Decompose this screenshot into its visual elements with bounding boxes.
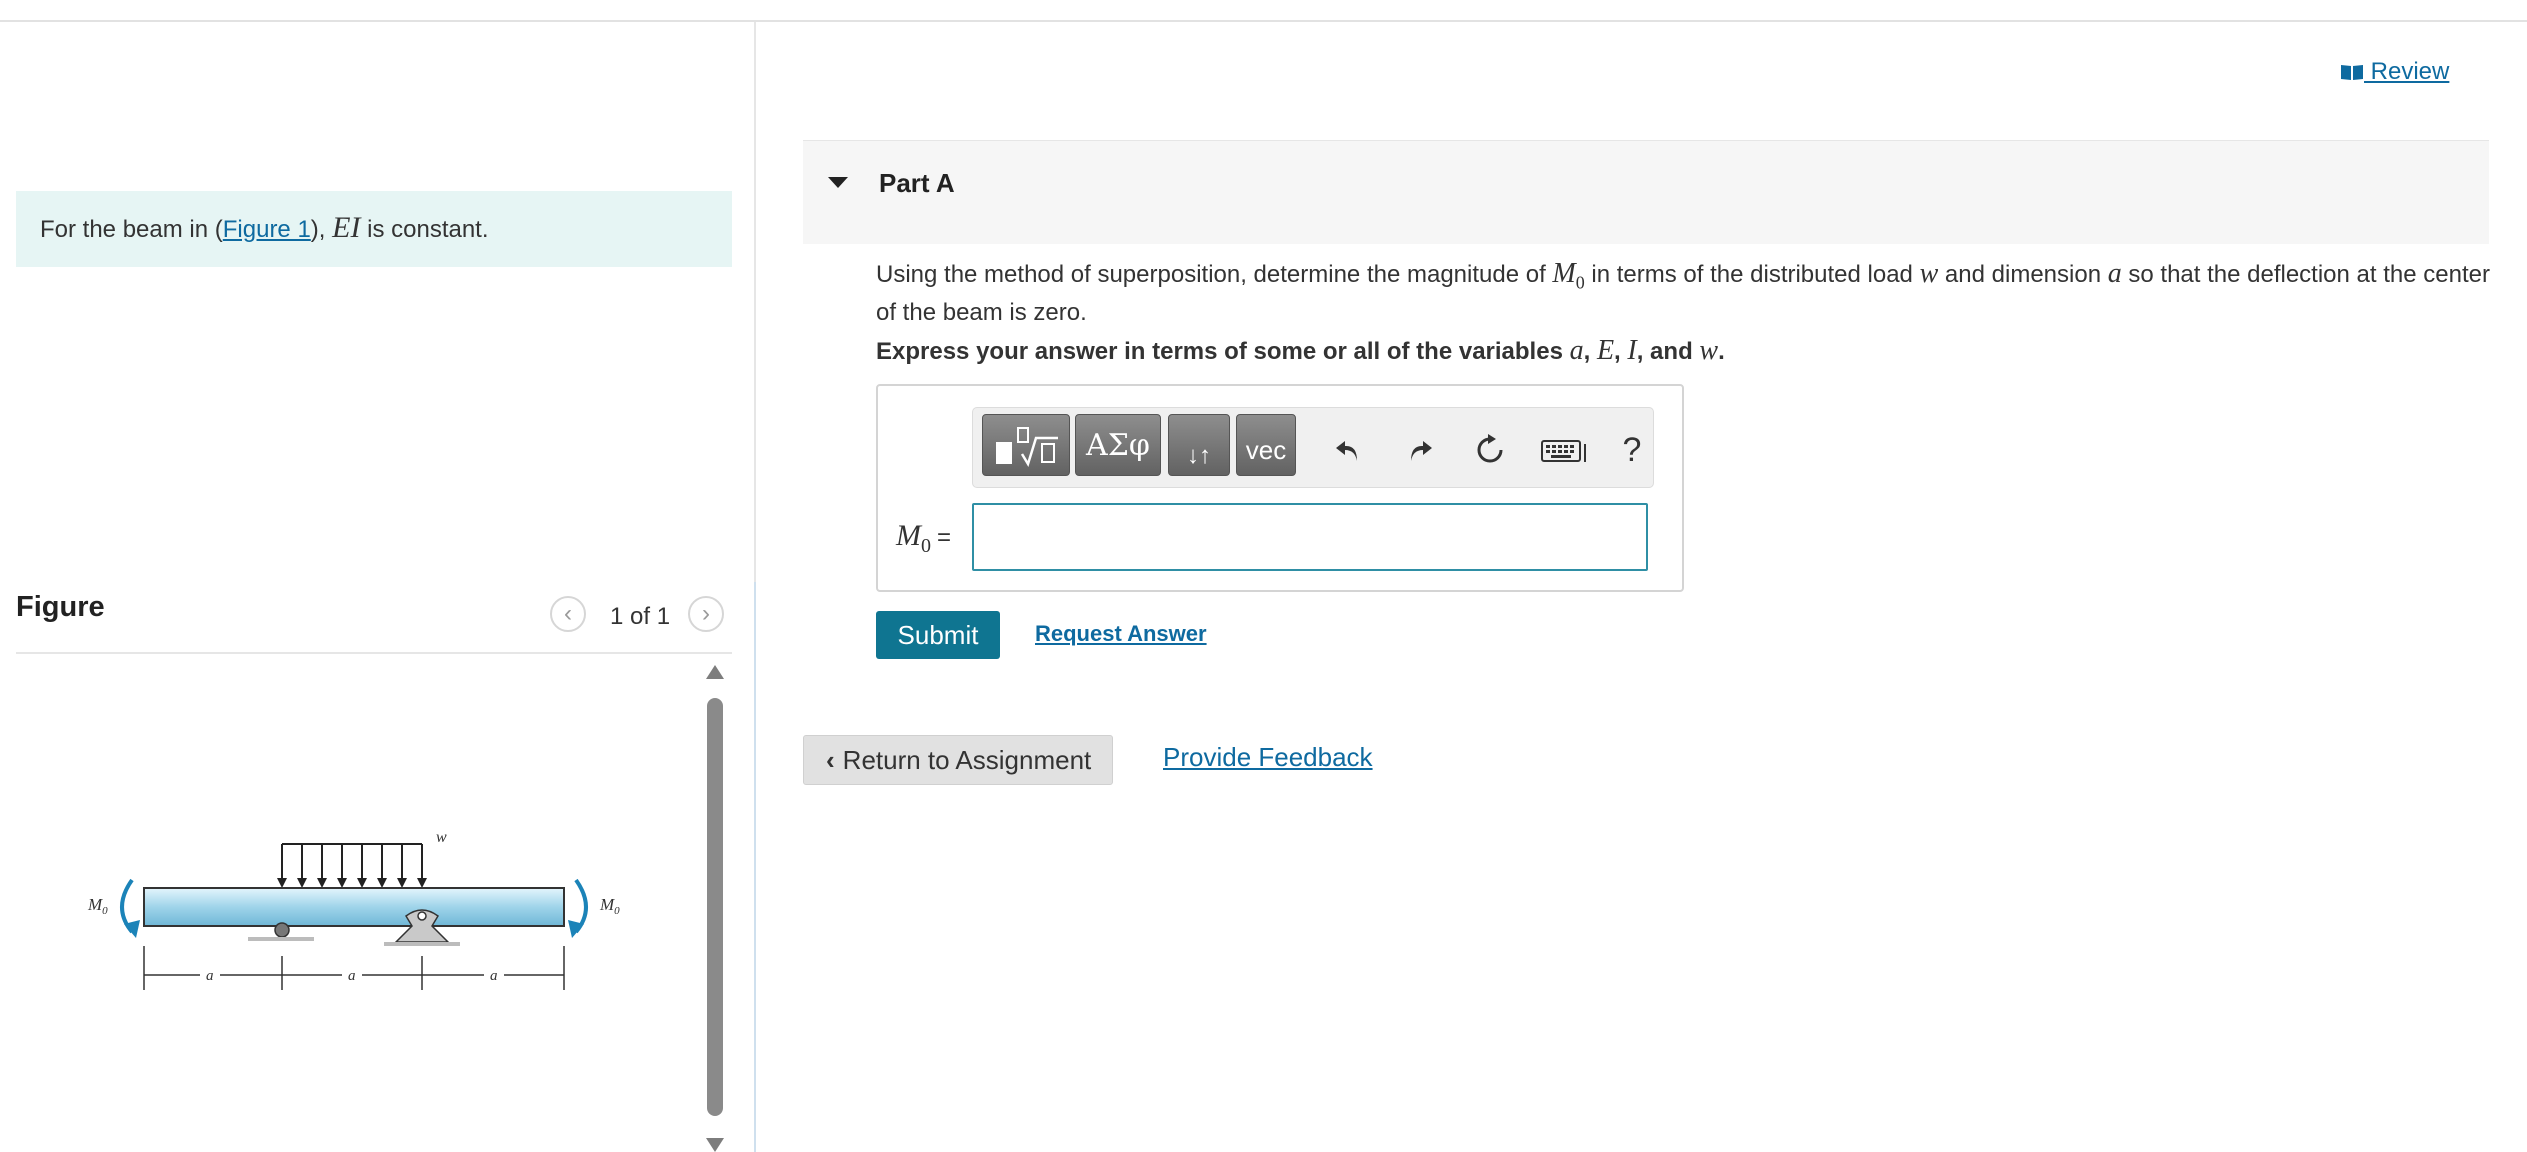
answer-input[interactable] xyxy=(972,503,1648,571)
undo-icon xyxy=(1336,441,1357,461)
review-label: Review xyxy=(2364,58,2450,85)
book-icon xyxy=(2341,65,2363,80)
undo-button[interactable] xyxy=(1326,430,1370,470)
intro-text: For the beam in (Figure 1), EI is consta… xyxy=(40,211,489,245)
arrows-button[interactable]: ↓↑ xyxy=(1168,414,1230,476)
dimension-a-1: a xyxy=(206,968,214,984)
panel-divider-lower xyxy=(754,582,756,1152)
figure-title: Figure xyxy=(16,591,105,623)
figure-counter: 1 of 1 xyxy=(610,603,671,630)
part-a-header[interactable] xyxy=(803,140,2489,244)
answer-label: M0 = xyxy=(896,519,952,557)
chevron-left-icon: ‹ xyxy=(826,744,835,775)
templates-button[interactable] xyxy=(982,414,1070,476)
scroll-down-arrow[interactable] xyxy=(706,1138,724,1152)
m0-symbol: M0 xyxy=(1552,258,1585,293)
beam xyxy=(143,887,565,927)
caret-down-icon[interactable] xyxy=(828,177,848,188)
vec-button[interactable]: vec xyxy=(1236,414,1296,476)
question-part-3: and dimension xyxy=(1938,261,2108,288)
vec-icon: vec xyxy=(1245,434,1287,465)
request-answer-link[interactable]: Request Answer xyxy=(1035,621,1207,647)
ei-symbol: EI xyxy=(332,211,361,244)
answer-instruction: Express your answer in terms of some or … xyxy=(876,335,1725,366)
question-part-1: Using the method of superposition, deter… xyxy=(876,261,1553,288)
question-text: Using the method of superposition, deter… xyxy=(876,259,2492,328)
moment-right-label: M0 xyxy=(599,895,620,917)
figure-prev-button[interactable]: ‹ xyxy=(550,596,586,632)
a-symbol: a xyxy=(2107,258,2122,289)
scrollbar-thumb[interactable] xyxy=(707,698,723,1116)
chevron-left-icon: ‹ xyxy=(564,600,572,627)
templates-icon xyxy=(996,427,1058,468)
provide-feedback-link[interactable]: Provide Feedback xyxy=(1163,742,1373,773)
review-link[interactable]: Review xyxy=(2340,58,2449,86)
distributed-load xyxy=(281,843,423,882)
figure-divider xyxy=(16,652,732,654)
chevron-right-icon: › xyxy=(702,600,710,627)
return-to-assignment-button[interactable]: ‹ Return to Assignment xyxy=(803,735,1113,785)
redo-button[interactable] xyxy=(1398,430,1442,470)
figure-link[interactable]: Figure 1 xyxy=(223,216,311,243)
intro-suffix: is constant. xyxy=(360,216,489,243)
keyboard-button[interactable] xyxy=(1538,430,1594,470)
load-label: w xyxy=(436,829,447,846)
figure-next-button[interactable]: › xyxy=(688,596,724,632)
greek-button[interactable]: ΑΣφ xyxy=(1075,414,1161,476)
submit-button[interactable]: Submit xyxy=(876,611,1000,659)
reset-button[interactable] xyxy=(1468,430,1512,470)
reset-icon xyxy=(1477,434,1503,463)
intro-paren: ), xyxy=(310,216,333,243)
part-title: Part A xyxy=(879,168,955,198)
help-button[interactable]: ? xyxy=(1610,430,1654,470)
greek-icon: ΑΣφ xyxy=(1086,427,1150,463)
w-symbol: w xyxy=(1919,258,1939,289)
redo-icon xyxy=(1411,441,1432,461)
question-part-2: in terms of the distributed load xyxy=(1584,261,1920,288)
dimension-a-2: a xyxy=(348,968,356,984)
dimension-a-3: a xyxy=(490,968,498,984)
arrows-icon: ↓↑ xyxy=(1187,442,1211,469)
intro-prefix: For the beam in ( xyxy=(40,216,223,243)
top-divider xyxy=(0,20,2527,22)
beam-figure: w M0 M0 a a a xyxy=(87,829,620,990)
return-label: Return to Assignment xyxy=(842,744,1092,775)
scroll-up-arrow[interactable] xyxy=(706,665,724,679)
moment-left-label: M0 xyxy=(87,895,108,917)
keyboard-icon xyxy=(1541,440,1586,462)
help-icon: ? xyxy=(1622,430,1642,469)
